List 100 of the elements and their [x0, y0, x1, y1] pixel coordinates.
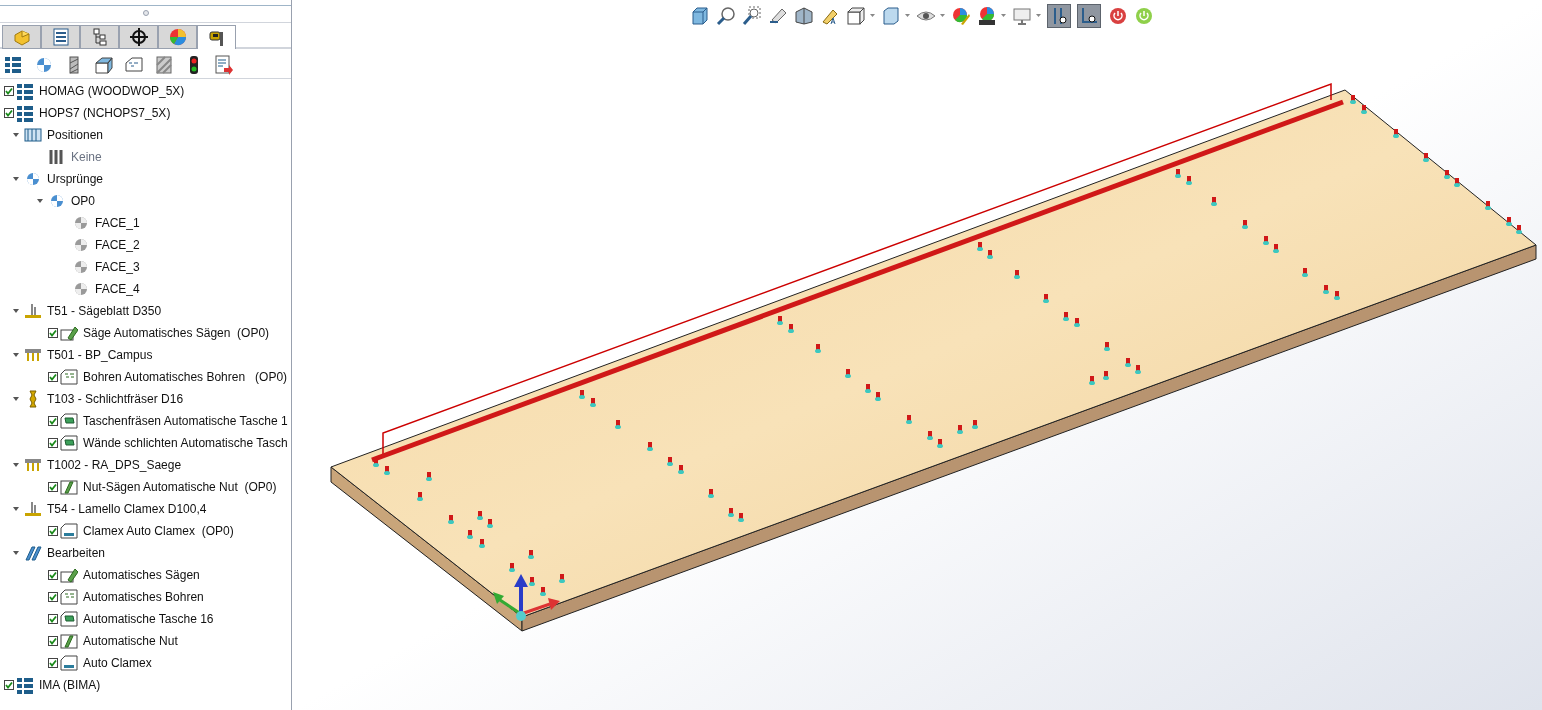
- tree-item-label[interactable]: FACE_2: [95, 236, 140, 254]
- checkbox[interactable]: [48, 438, 58, 448]
- expanded-arrow-icon[interactable]: [12, 131, 20, 139]
- splitter-handle[interactable]: [142, 10, 149, 16]
- checkbox[interactable]: [48, 416, 58, 426]
- crosshair-icon: [128, 27, 149, 47]
- scene-icon[interactable]: [977, 6, 997, 26]
- origin-icon: [24, 170, 42, 188]
- drill-head-icon: [24, 346, 42, 364]
- caret-icon[interactable]: [905, 14, 910, 18]
- display-style-icon[interactable]: [881, 6, 901, 26]
- tree-item-label[interactable]: Clamex Auto Clamex (OP0): [83, 522, 234, 540]
- caret-icon[interactable]: [870, 14, 875, 18]
- pocket-operation-icon: [60, 610, 78, 628]
- block-icon[interactable]: [94, 54, 114, 75]
- checkbox[interactable]: [48, 482, 58, 492]
- expanded-arrow-icon[interactable]: [36, 197, 44, 205]
- hatched-panel-icon[interactable]: [154, 54, 174, 75]
- origin-icon: [72, 258, 90, 276]
- checkbox[interactable]: [48, 636, 58, 646]
- checkbox[interactable]: [4, 86, 14, 96]
- section-view-icon[interactable]: [794, 6, 814, 26]
- tree-item-label[interactable]: IMA (BIMA): [39, 676, 101, 694]
- tree-item-label[interactable]: Automatisches Sägen: [83, 566, 200, 584]
- previous-view-icon[interactable]: [768, 6, 788, 26]
- checkbox[interactable]: [4, 680, 14, 690]
- groove-operation-icon: [60, 632, 78, 650]
- origin-icon: [72, 280, 90, 298]
- tree-item-label[interactable]: Automatisches Bohren: [83, 588, 204, 606]
- tree-item-label[interactable]: Wände schlichten Automatische Tasch: [83, 434, 288, 452]
- tree-item-label[interactable]: Taschenfräsen Automatische Tasche 1: [83, 412, 288, 430]
- tree-item-label[interactable]: T501 - BP_Campus: [47, 346, 153, 364]
- expanded-arrow-icon[interactable]: [12, 351, 20, 359]
- tree-item-label[interactable]: Säge Automatisches Sägen (OP0): [83, 324, 270, 342]
- panel-tab[interactable]: [197, 25, 236, 49]
- pocket-operation-icon: [60, 434, 78, 452]
- tree-item-label[interactable]: HOMAG (WOODWOP_5X): [39, 82, 185, 100]
- tree-item-label[interactable]: T1002 - RA_DPS_Saege: [47, 456, 182, 474]
- tree-item-label[interactable]: Auto Clamex: [83, 654, 152, 672]
- saw-operation-icon: [60, 324, 78, 342]
- machining-features-icon: [24, 544, 42, 562]
- zoom-fit-icon[interactable]: [716, 6, 736, 26]
- panel-tab[interactable]: [119, 25, 158, 49]
- expanded-arrow-icon[interactable]: [12, 395, 20, 403]
- checkbox[interactable]: [48, 372, 58, 382]
- expanded-arrow-icon[interactable]: [12, 505, 20, 513]
- tree-item-label[interactable]: Nut-Sägen Automatische Nut (OP0): [83, 478, 277, 496]
- pocket-block-icon[interactable]: [124, 54, 144, 75]
- origin-icon: [72, 214, 90, 232]
- checkbox[interactable]: [48, 526, 58, 536]
- color-wheel-icon: [167, 27, 188, 47]
- tree-item-label[interactable]: Bohren Automatisches Bohren (OP0): [83, 368, 288, 386]
- view-toggle-button[interactable]: [1047, 4, 1071, 28]
- tree-item-label[interactable]: Positionen: [47, 126, 104, 144]
- nc-program-icon[interactable]: [4, 54, 24, 75]
- bars-icon: [48, 148, 66, 166]
- checkbox[interactable]: [48, 614, 58, 624]
- tree-item-label[interactable]: FACE_3: [95, 258, 140, 276]
- view-orientation-icon[interactable]: [846, 6, 866, 26]
- tree-item-label[interactable]: FACE_1: [95, 214, 140, 232]
- saw-blade-icon: [24, 302, 42, 320]
- appearance-icon[interactable]: [951, 6, 971, 26]
- panel-tab[interactable]: [41, 25, 80, 49]
- saw-blade-icon: [24, 500, 42, 518]
- view-toggle-button[interactable]: [1077, 4, 1101, 28]
- checkbox[interactable]: [48, 658, 58, 668]
- tree-item-label[interactable]: T103 - Schlichtfräser D16: [47, 390, 184, 408]
- expanded-arrow-icon[interactable]: [12, 461, 20, 469]
- nc-program-icon: [16, 676, 34, 694]
- tree-item-label[interactable]: HOPS7 (NCHOPS7_5X): [39, 104, 171, 122]
- expanded-arrow-icon[interactable]: [12, 549, 20, 557]
- caret-icon[interactable]: [1001, 14, 1006, 18]
- clamex-operation-icon: [60, 522, 78, 540]
- checkbox[interactable]: [48, 570, 58, 580]
- checkbox[interactable]: [48, 592, 58, 602]
- tree-item-label[interactable]: Automatische Tasche 16: [83, 610, 214, 628]
- cube-icon[interactable]: [690, 6, 710, 26]
- drilling-operation-icon: [60, 368, 78, 386]
- checkbox[interactable]: [48, 328, 58, 338]
- tree-item-label[interactable]: Ursprünge: [47, 170, 104, 188]
- tree-item-label[interactable]: FACE_4: [95, 280, 140, 298]
- tree-item-label[interactable]: OP0: [71, 192, 95, 210]
- saw-operation-icon: [60, 566, 78, 584]
- tree-item-label[interactable]: Automatische Nut: [83, 632, 178, 650]
- tree-item-label[interactable]: Bearbeiten: [47, 544, 106, 562]
- caret-icon[interactable]: [1036, 14, 1041, 18]
- property-list-icon: [50, 27, 71, 47]
- coordinate-axes-icon: [493, 574, 560, 621]
- power-off-icon[interactable]: [1109, 7, 1127, 25]
- positions-icon: [24, 126, 42, 144]
- caret-icon[interactable]: [940, 14, 945, 18]
- panel-tab[interactable]: [80, 25, 119, 49]
- expanded-arrow-icon[interactable]: [12, 175, 20, 183]
- checkbox[interactable]: [4, 108, 14, 118]
- monitor-icon[interactable]: [1012, 6, 1032, 26]
- tree-item-label[interactable]: T51 - Sägeblatt D350: [47, 302, 162, 320]
- tree-item-label[interactable]: T54 - Lamello Clamex D100,4: [47, 500, 207, 518]
- expanded-arrow-icon[interactable]: [12, 307, 20, 315]
- zoom-area-icon[interactable]: [742, 6, 762, 26]
- nc-export-icon[interactable]: [214, 54, 234, 75]
